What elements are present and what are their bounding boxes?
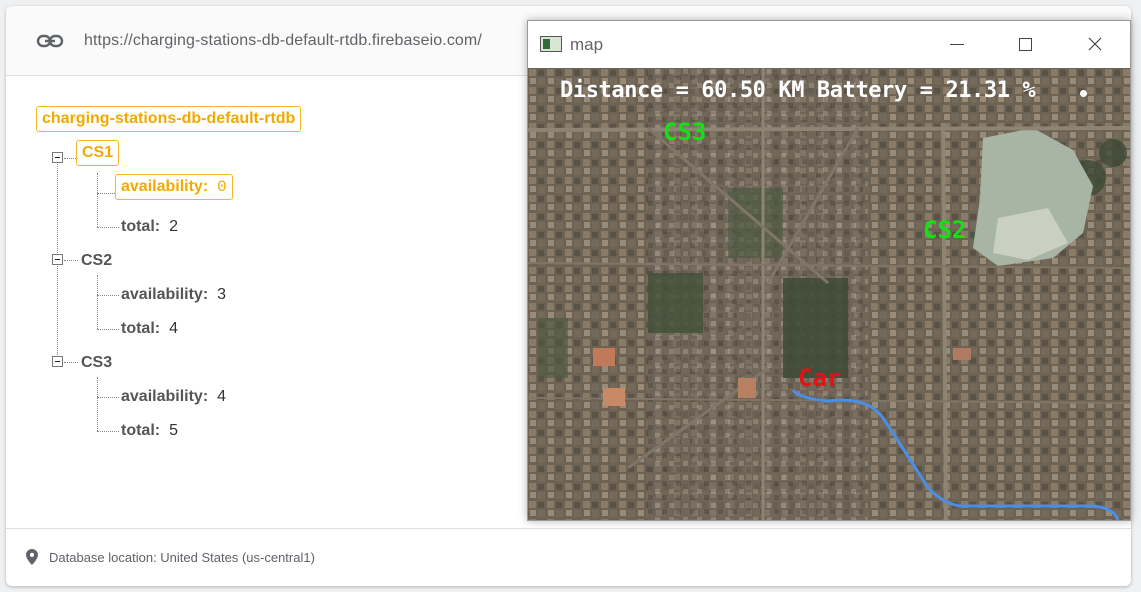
root-key[interactable]: charging-stations-db-default-rtdb xyxy=(36,106,302,132)
maximize-icon xyxy=(1018,37,1032,51)
footer: Database location: United States (us-cen… xyxy=(6,528,1131,586)
collapse-toggle-cs3[interactable] xyxy=(52,356,63,367)
field-cs1-total[interactable]: total: 2 xyxy=(121,218,178,236)
location-pin-icon xyxy=(26,549,38,565)
link-icon[interactable] xyxy=(36,30,64,52)
node-cs2[interactable]: CS2 xyxy=(81,252,112,270)
database-tree: charging-stations-db-default-rtdb CS1 av… xyxy=(6,76,526,526)
node-label-cs1[interactable]: CS1 xyxy=(76,140,120,166)
node-label-cs2[interactable]: CS2 xyxy=(81,252,112,270)
map-window[interactable]: map Distance = 60.50 KM Battery = 21.31 … xyxy=(527,20,1131,521)
map-image xyxy=(528,68,1130,520)
app-icon xyxy=(540,36,562,52)
car-label: Car xyxy=(798,364,842,392)
close-icon xyxy=(1088,37,1102,51)
field-cs1-availability[interactable]: availability: 0 xyxy=(115,174,233,200)
satellite-map[interactable]: Distance = 60.50 KM Battery = 21.31 % CS… xyxy=(528,68,1130,520)
database-url[interactable]: https://charging-stations-db-default-rtd… xyxy=(84,32,482,50)
station-label-cs3: CS3 xyxy=(663,118,707,146)
distance-battery-text: Distance = 60.50 KM Battery = 21.31 % xyxy=(560,78,1036,103)
node-label-cs3[interactable]: CS3 xyxy=(81,354,112,372)
window-title: map xyxy=(570,35,604,54)
field-cs3-availability[interactable]: availability: 4 xyxy=(121,388,226,406)
database-location: Database location: United States (us-cen… xyxy=(49,550,315,565)
window-titlebar[interactable]: map xyxy=(528,21,1130,68)
collapse-toggle-cs2[interactable] xyxy=(52,254,63,265)
tree-root[interactable]: charging-stations-db-default-rtdb xyxy=(36,106,302,132)
field-cs2-availability[interactable]: availability: 3 xyxy=(121,286,226,304)
field-cs3-total[interactable]: total: 5 xyxy=(121,422,178,440)
minimize-icon xyxy=(950,43,964,45)
close-button[interactable] xyxy=(1072,21,1118,67)
status-dot xyxy=(1080,90,1087,97)
minimize-button[interactable] xyxy=(934,21,980,67)
field-cs2-total[interactable]: total: 4 xyxy=(121,320,178,338)
node-cs3[interactable]: CS3 xyxy=(81,354,112,372)
maximize-button[interactable] xyxy=(1002,21,1048,67)
collapse-toggle-cs1[interactable] xyxy=(52,152,63,163)
station-label-cs2: CS2 xyxy=(923,216,967,244)
node-cs1[interactable]: CS1 xyxy=(76,140,120,166)
